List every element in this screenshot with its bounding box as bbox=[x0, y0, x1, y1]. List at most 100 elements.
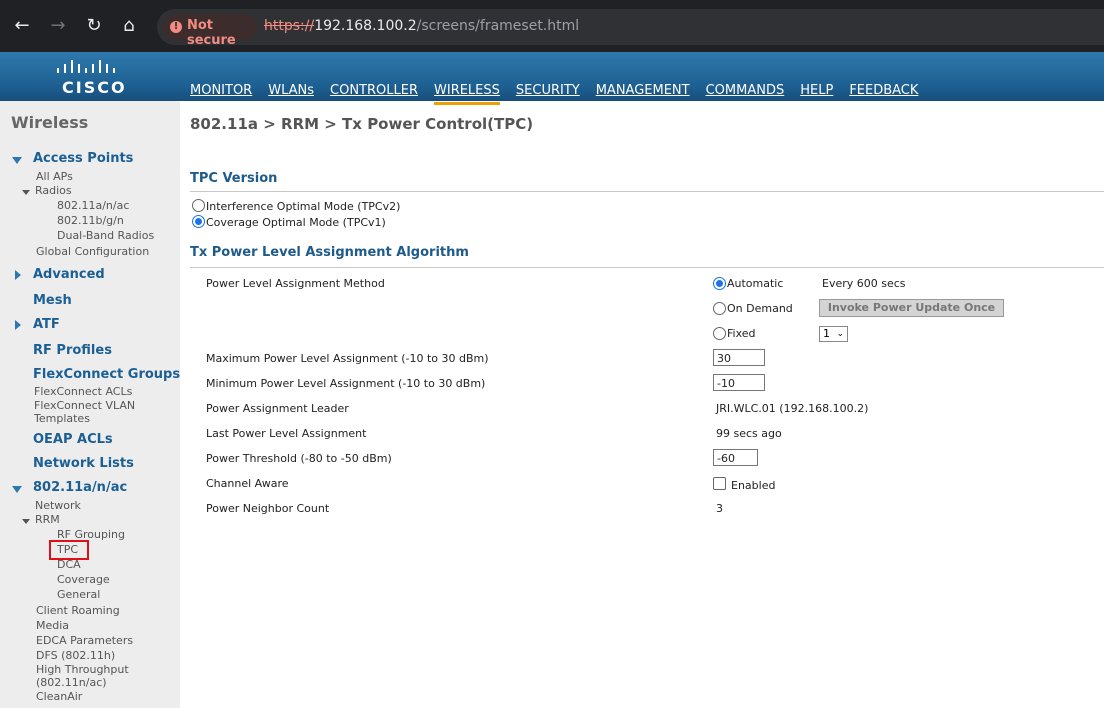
address-bar[interactable]: ! Not secure https://192.168.100.2/scree… bbox=[157, 9, 1104, 48]
url-host: 192.168.100.2 bbox=[314, 18, 417, 34]
fixed-level-value: 1 bbox=[823, 327, 830, 340]
sidebar: Wireless Access Points All APs Radios 80… bbox=[0, 101, 180, 708]
sidebar-item-all-aps[interactable]: All APs bbox=[36, 170, 73, 183]
divider bbox=[190, 191, 1104, 192]
browser-toolbar: ← → ↻ ⌂ ! Not secure https://192.168.100… bbox=[0, 0, 1104, 52]
url-scheme: https:// bbox=[264, 18, 315, 34]
sidebar-item-flexconnect-acls[interactable]: FlexConnect ACLs bbox=[34, 385, 132, 398]
expand-down-icon[interactable] bbox=[12, 486, 22, 493]
sidebar-item-flexconnect-groups[interactable]: FlexConnect Groups bbox=[33, 367, 180, 382]
sidebar-item-edca[interactable]: EDCA Parameters bbox=[36, 634, 133, 647]
channel-aware-checkbox[interactable] bbox=[713, 477, 726, 490]
warning-icon: ! bbox=[170, 21, 182, 33]
leader-value: JRI.WLC.01 (192.168.100.2) bbox=[716, 402, 869, 415]
reload-icon[interactable]: ↻ bbox=[82, 14, 106, 38]
security-label: Not secure bbox=[187, 18, 236, 48]
sidebar-item-80211anac[interactable]: 802.11a/n/ac bbox=[33, 480, 127, 495]
sidebar-item-rf-profiles[interactable]: RF Profiles bbox=[33, 343, 112, 358]
expand-down-icon[interactable] bbox=[22, 519, 30, 524]
sidebar-item-high-throughput[interactable]: High Throughput bbox=[36, 663, 129, 676]
sidebar-item-flexconnect-vlan-templates[interactable]: Templates bbox=[34, 412, 90, 425]
threshold-input[interactable]: -60 bbox=[713, 449, 758, 466]
every-interval-text: Every 600 secs bbox=[822, 277, 906, 290]
neighbor-count-label: Power Neighbor Count bbox=[206, 502, 330, 515]
nav-management[interactable]: MANAGEMENT bbox=[596, 83, 690, 102]
expand-down-icon[interactable] bbox=[12, 157, 22, 164]
sidebar-item-mesh[interactable]: Mesh bbox=[33, 293, 72, 308]
expand-right-icon[interactable] bbox=[15, 320, 21, 330]
tpc-v2-label: Interference Optimal Mode (TPCv2) bbox=[206, 200, 401, 213]
leader-label: Power Assignment Leader bbox=[206, 402, 349, 415]
sidebar-item-radio-bgn[interactable]: 802.11b/g/n bbox=[57, 214, 124, 227]
fixed-radio[interactable] bbox=[713, 327, 726, 340]
forward-arrow-icon[interactable]: → bbox=[46, 14, 70, 38]
security-chip[interactable]: ! Not secure bbox=[163, 14, 257, 48]
main-nav: MONITOR WLANs CONTROLLER WIRELESS SECURITY MA… bbox=[190, 79, 934, 105]
threshold-label: Power Threshold (-80 to -50 dBm) bbox=[206, 452, 392, 465]
home-icon[interactable]: ⌂ bbox=[117, 14, 141, 38]
channel-aware-enabled-label: Enabled bbox=[731, 479, 776, 492]
sidebar-item-dfs[interactable]: DFS (802.11h) bbox=[36, 649, 115, 662]
on-demand-radio[interactable] bbox=[713, 302, 726, 315]
sidebar-item-flexconnect-vlan[interactable]: FlexConnect VLAN bbox=[34, 399, 135, 412]
algorithm-heading: Tx Power Level Assignment Algorithm bbox=[190, 245, 469, 260]
sidebar-item-client-roaming[interactable]: Client Roaming bbox=[36, 604, 120, 617]
nav-controller[interactable]: CONTROLLER bbox=[330, 83, 418, 102]
automatic-label: Automatic bbox=[727, 277, 784, 290]
url-text[interactable]: https://192.168.100.2/screens/frameset.h… bbox=[264, 18, 579, 34]
sidebar-item-radio-anac[interactable]: 802.11a/n/ac bbox=[57, 199, 129, 212]
sidebar-item-access-points[interactable]: Access Points bbox=[33, 151, 133, 166]
sidebar-item-rrm[interactable]: RRM bbox=[35, 513, 60, 526]
logo-text: CISCO bbox=[62, 78, 127, 97]
on-demand-label: On Demand bbox=[727, 302, 793, 315]
page-title: 802.11a > RRM > Tx Power Control(TPC) bbox=[190, 115, 534, 133]
tpc-v1-radio[interactable] bbox=[192, 215, 205, 228]
sidebar-item-oeap-acls[interactable]: OEAP ACLs bbox=[33, 432, 113, 447]
nav-commands[interactable]: COMMANDS bbox=[706, 83, 785, 102]
expand-down-icon[interactable] bbox=[22, 190, 30, 195]
tpc-v2-radio[interactable] bbox=[192, 199, 205, 212]
sidebar-item-cleanair[interactable]: CleanAir bbox=[36, 690, 82, 703]
sidebar-item-network[interactable]: Network bbox=[35, 499, 81, 512]
fixed-label: Fixed bbox=[727, 327, 756, 340]
sidebar-item-atf[interactable]: ATF bbox=[33, 317, 60, 332]
min-power-input[interactable]: -10 bbox=[713, 374, 765, 391]
sidebar-item-radios[interactable]: Radios bbox=[35, 184, 72, 197]
tpc-v1-label: Coverage Optimal Mode (TPCv1) bbox=[206, 216, 386, 229]
min-power-label: Minimum Power Level Assignment (-10 to 3… bbox=[206, 377, 486, 390]
automatic-radio[interactable] bbox=[713, 277, 726, 290]
sidebar-title: Wireless bbox=[11, 113, 89, 132]
nav-monitor[interactable]: MONITOR bbox=[190, 83, 252, 102]
sidebar-item-network-lists[interactable]: Network Lists bbox=[33, 456, 134, 471]
app-header: CISCO MONITOR WLANs CONTROLLER WIRELESS SECU… bbox=[0, 52, 1104, 105]
max-power-input[interactable]: 30 bbox=[713, 349, 765, 366]
sidebar-item-tpc[interactable]: TPC bbox=[57, 543, 78, 556]
method-label: Power Level Assignment Method bbox=[206, 277, 385, 290]
nav-security[interactable]: SECURITY bbox=[516, 83, 580, 102]
max-power-label: Maximum Power Level Assignment (-10 to 3… bbox=[206, 352, 489, 365]
expand-right-icon[interactable] bbox=[15, 270, 21, 280]
invoke-power-update-button[interactable]: Invoke Power Update Once bbox=[819, 299, 1004, 317]
sidebar-item-dca[interactable]: DCA bbox=[57, 558, 81, 571]
sidebar-item-high-throughput-sub[interactable]: (802.11n/ac) bbox=[36, 676, 107, 689]
fixed-level-select[interactable]: 1 ⌄ bbox=[819, 326, 848, 342]
sidebar-item-dual-band[interactable]: Dual-Band Radios bbox=[57, 229, 154, 242]
neighbor-count-value: 3 bbox=[716, 502, 723, 515]
sidebar-item-media[interactable]: Media bbox=[36, 619, 69, 632]
back-arrow-icon[interactable]: ← bbox=[10, 14, 34, 38]
tpc-version-heading: TPC Version bbox=[190, 171, 278, 186]
nav-feedback[interactable]: FEEDBACK bbox=[849, 83, 918, 102]
last-assignment-value: 99 secs ago bbox=[716, 427, 782, 440]
nav-help[interactable]: HELP bbox=[800, 83, 833, 102]
cisco-logo-icon bbox=[57, 59, 117, 73]
nav-wlans[interactable]: WLANs bbox=[268, 83, 314, 102]
nav-wireless[interactable]: WIRELESS bbox=[434, 83, 500, 105]
chevron-down-icon: ⌄ bbox=[836, 329, 844, 339]
url-path: /screens/frameset.html bbox=[416, 18, 580, 34]
sidebar-item-advanced[interactable]: Advanced bbox=[33, 267, 105, 282]
last-assignment-label: Last Power Level Assignment bbox=[206, 427, 367, 440]
divider bbox=[190, 267, 1104, 268]
sidebar-item-global-config[interactable]: Global Configuration bbox=[36, 245, 149, 258]
sidebar-item-coverage[interactable]: Coverage bbox=[57, 573, 110, 586]
sidebar-item-general[interactable]: General bbox=[57, 588, 100, 601]
